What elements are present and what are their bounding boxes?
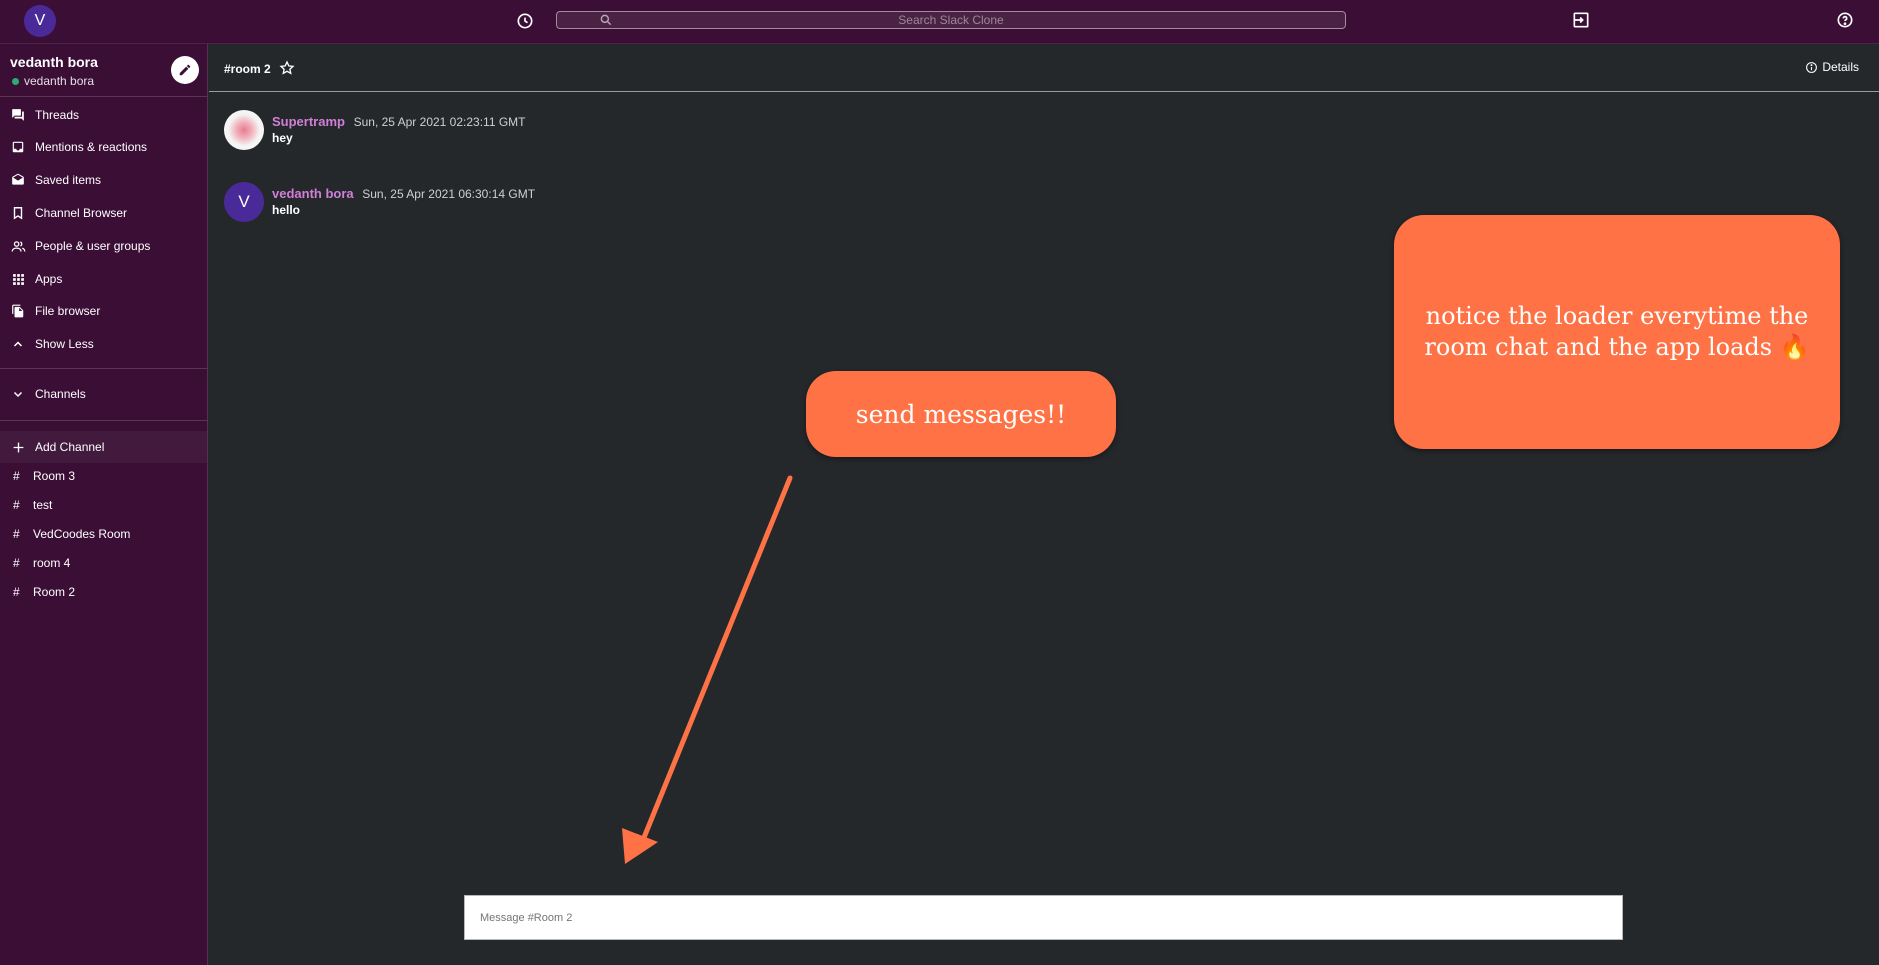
apps-grid-icon: [12, 273, 24, 285]
channels-toggle[interactable]: Channels: [0, 380, 207, 408]
pencil-icon: [179, 64, 191, 76]
plus-icon: [13, 442, 23, 452]
channel-item[interactable]: # test: [0, 492, 207, 518]
chat-header: #room 2 Details: [209, 44, 1879, 92]
channel-name: Room 3: [33, 469, 76, 483]
room-title: #room 2: [224, 62, 271, 76]
sidebar-item-label: Apps: [35, 272, 63, 286]
sidebar-item-threads[interactable]: Threads: [0, 101, 207, 129]
add-channel-label: Add Channel: [35, 440, 105, 454]
message-author[interactable]: Supertramp: [272, 114, 345, 129]
message-composer[interactable]: [464, 895, 1623, 940]
sidebar-divider: [0, 368, 208, 369]
sidebar-item-file-browser[interactable]: File browser: [0, 297, 207, 325]
channel-name: VedCoodes Room: [33, 527, 131, 541]
logout-icon[interactable]: [1571, 10, 1591, 30]
message-author[interactable]: vedanth bora: [272, 186, 354, 201]
bookmark-icon: [13, 207, 23, 220]
star-icon[interactable]: [279, 60, 295, 76]
channels-label: Channels: [35, 387, 86, 401]
channel-item[interactable]: # Room 2: [0, 579, 207, 605]
sidebar-item-label: Saved items: [35, 173, 102, 187]
message-input[interactable]: [465, 896, 1622, 939]
channel-item[interactable]: # room 4: [0, 550, 207, 576]
sidebar-item-saved[interactable]: Saved items: [0, 166, 207, 194]
workspace-name: vedanth bora: [10, 54, 98, 70]
sidebar-item-label: Channel Browser: [35, 206, 128, 220]
hash-icon: #: [13, 469, 20, 483]
online-status-dot: [12, 77, 19, 85]
sidebar-item-label: Threads: [35, 108, 80, 122]
sidebar: vedanth bora vedanth bora Threads Mentio…: [0, 44, 208, 965]
sidebar-item-label: Mentions & reactions: [35, 140, 148, 154]
details-label: Details: [1822, 60, 1859, 74]
sidebar-item-mentions[interactable]: Mentions & reactions: [0, 133, 207, 161]
inbox-icon: [12, 141, 24, 153]
channel-item[interactable]: # Room 3: [0, 463, 207, 489]
sidebar-divider: [0, 420, 208, 421]
channel-name: Room 2: [33, 585, 76, 599]
sidebar-item-people[interactable]: People & user groups: [0, 232, 207, 260]
message-item: Supertramp Sun, 25 Apr 2021 02:23:11 GMT…: [224, 110, 525, 150]
sidebar-divider: [0, 96, 208, 97]
sidebar-item-label: File browser: [35, 304, 101, 318]
sidebar-item-label: People & user groups: [35, 239, 151, 253]
file-copy-icon: [12, 304, 24, 318]
avatar[interactable]: V: [224, 182, 264, 222]
channel-name: room 4: [33, 556, 71, 570]
drafts-icon: [12, 173, 24, 185]
channel-item[interactable]: # VedCoodes Room: [0, 521, 207, 547]
info-icon: [1806, 61, 1818, 73]
add-channel-button[interactable]: Add Channel: [0, 431, 207, 463]
search-input[interactable]: Search Slack Clone: [556, 11, 1346, 29]
channel-name: test: [33, 498, 53, 512]
search-placeholder: Search Slack Clone: [898, 13, 1004, 27]
help-icon[interactable]: [1835, 10, 1855, 30]
threads-icon: [12, 109, 24, 121]
message-timestamp: Sun, 25 Apr 2021 06:30:14 GMT: [362, 187, 536, 201]
hash-icon: #: [13, 527, 20, 541]
people-icon: [11, 240, 25, 252]
message-timestamp: Sun, 25 Apr 2021 02:23:11 GMT: [353, 115, 526, 129]
details-button[interactable]: Details: [1805, 60, 1859, 74]
annotation-arrow: [622, 475, 793, 864]
message-text: hello: [272, 203, 301, 217]
top-bar: V Search Slack Clone: [0, 0, 1879, 44]
current-user-name: vedanth bora: [24, 74, 95, 88]
send-messages-callout: send messages!!: [806, 371, 1116, 457]
hash-icon: #: [13, 498, 20, 512]
chevron-down-icon: [13, 391, 23, 398]
current-user: vedanth bora: [12, 74, 94, 88]
user-avatar[interactable]: V: [24, 5, 56, 37]
sidebar-item-apps[interactable]: Apps: [0, 265, 207, 293]
loader-callout: notice the loader everytime the room cha…: [1394, 215, 1840, 449]
message-text: hey: [272, 131, 293, 145]
message-item: V vedanth bora Sun, 25 Apr 2021 06:30:14…: [224, 182, 535, 222]
sidebar-item-show-less[interactable]: Show Less: [0, 330, 207, 358]
compose-button[interactable]: [171, 56, 199, 84]
history-icon[interactable]: [515, 11, 535, 31]
sidebar-item-label: Show Less: [35, 337, 94, 351]
avatar[interactable]: [224, 110, 264, 150]
hash-icon: #: [13, 556, 20, 570]
sidebar-item-channel-browser[interactable]: Channel Browser: [0, 199, 207, 227]
chevron-up-icon: [13, 341, 23, 347]
hash-icon: #: [13, 585, 20, 599]
